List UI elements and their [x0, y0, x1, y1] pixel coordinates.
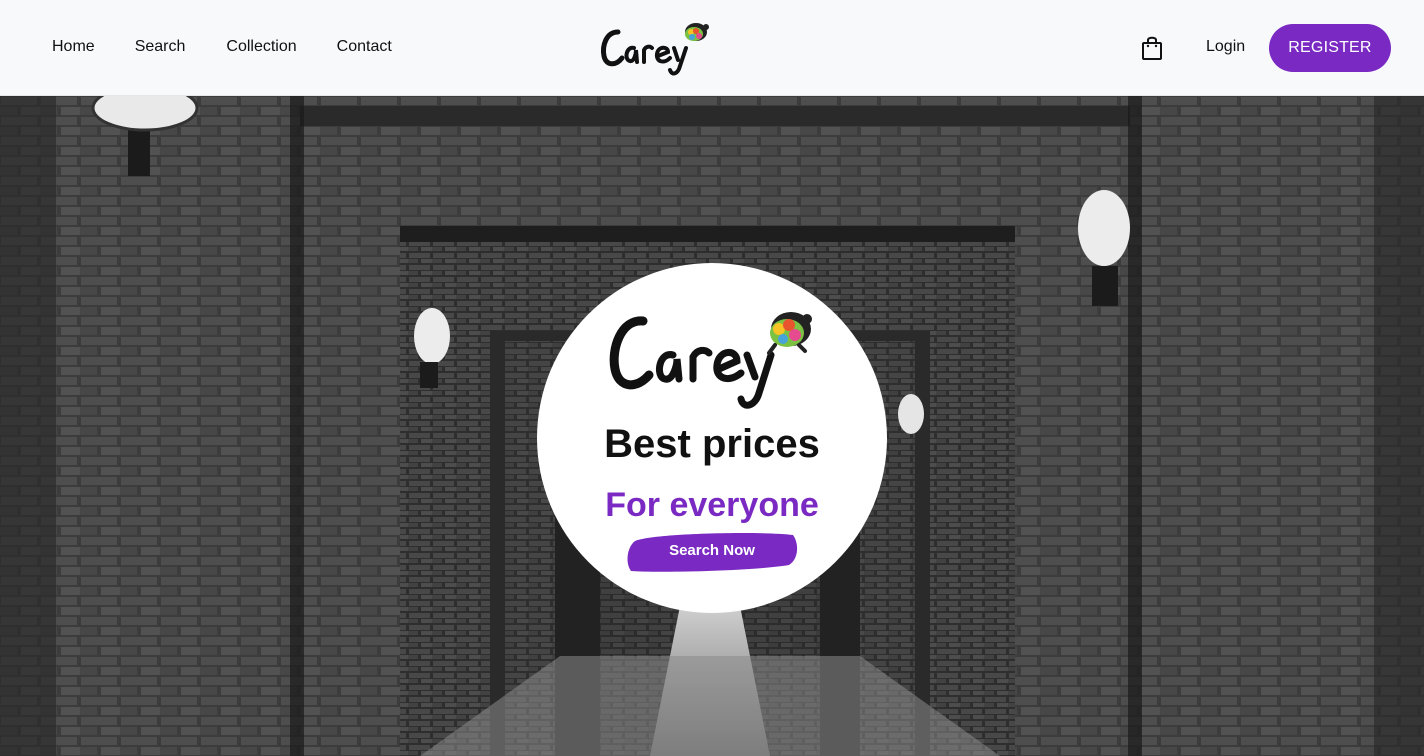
hero-badge: Best prices For everyone Search Now	[537, 263, 887, 613]
login-link[interactable]: Login	[1206, 37, 1245, 57]
nav-link-collection[interactable]: Collection	[226, 37, 296, 57]
wall-lamp-right-mid	[898, 394, 924, 434]
search-now-button[interactable]: Search Now	[623, 529, 801, 575]
hero-subheadline: For everyone	[605, 486, 819, 524]
carey-logo-image	[601, 23, 709, 76]
register-button[interactable]: REGISTER	[1269, 24, 1391, 72]
nav-links: Home Search Collection Contact	[52, 37, 392, 57]
search-now-label: Search Now	[669, 542, 755, 559]
shopping-bag-icon[interactable]	[1141, 35, 1163, 61]
nav-link-home[interactable]: Home	[52, 37, 95, 57]
top-navbar: Home Search Collection Contact Login REG…	[0, 0, 1424, 96]
hero-section: Best prices For everyone Search Now	[0, 96, 1424, 756]
hero-carey-logo	[607, 299, 819, 411]
nav-link-contact[interactable]: Contact	[337, 37, 392, 57]
carey-logo[interactable]	[598, 18, 714, 78]
hero-headline: Best prices	[604, 422, 820, 466]
nav-link-search[interactable]: Search	[135, 37, 186, 57]
